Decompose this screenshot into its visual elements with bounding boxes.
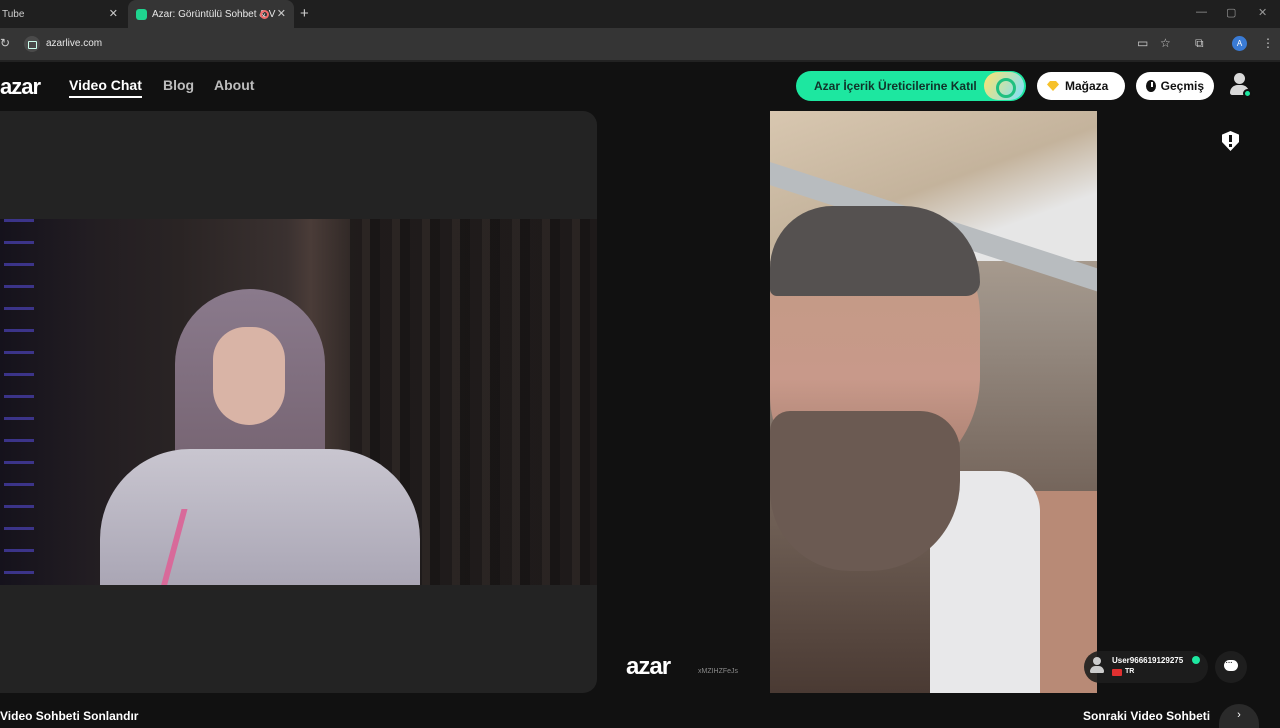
nav-about[interactable]: About [214, 77, 254, 93]
cast-icon[interactable]: ▭ [1137, 36, 1148, 50]
nav-video-chat[interactable]: Video Chat [69, 77, 142, 98]
watermark-id: xMZIHZFeJs [698, 668, 739, 675]
person-hoodie [100, 449, 420, 585]
browser-tab-youtube[interactable]: Tube ✕ [0, 0, 126, 28]
history-button[interactable]: Geçmiş [1136, 72, 1214, 100]
azar-watermark: azar [626, 653, 671, 680]
browser-tab-bar: Tube ✕ Azar: Görüntülü Sohbet & V ✕ + — … [0, 0, 1280, 28]
partner-hair [770, 206, 980, 296]
partner-camera-feed [770, 111, 1097, 693]
close-window-button[interactable]: ✕ [1258, 6, 1267, 19]
tab-title: Azar: Görüntülü Sohbet & V [152, 8, 276, 20]
turkey-flag-icon [1112, 669, 1122, 676]
tab-title: Tube [2, 8, 25, 20]
extensions-icon[interactable]: ⧉ [1195, 36, 1204, 51]
close-tab-icon[interactable]: ✕ [109, 7, 118, 20]
reload-icon[interactable]: ↻ [0, 36, 10, 50]
browser-tab-azar[interactable]: Azar: Görüntülü Sohbet & V ✕ [128, 0, 294, 28]
join-creators-button[interactable]: Azar İçerik Üreticilerine Katıl [796, 71, 1026, 101]
azar-logo[interactable]: azar [0, 74, 41, 100]
store-label: Mağaza [1065, 79, 1109, 93]
creator-badge-icon [984, 72, 1024, 100]
clock-icon [1146, 80, 1156, 92]
store-button[interactable]: Mağaza [1037, 72, 1125, 100]
verified-icon [1192, 656, 1200, 664]
next-video-chat-label[interactable]: Sonraki Video Sohbeti [1083, 709, 1210, 723]
chat-bubble-icon[interactable] [1215, 651, 1247, 683]
address-bar: ↻ azarlive.com ▭ ☆ ⧉ A ⋮ [0, 28, 1280, 60]
azar-favicon-icon [136, 8, 147, 20]
partner-avatar-icon [1090, 657, 1104, 673]
bookmark-star-icon[interactable]: ☆ [1160, 36, 1171, 50]
history-label: Geçmiş [1160, 79, 1204, 93]
user-profile-icon[interactable] [1228, 73, 1252, 99]
partner-info-card[interactable]: User966619129275 TR [1084, 651, 1208, 683]
report-shield-icon[interactable] [1222, 131, 1239, 151]
azar-page: azar Video Chat Blog About Azar İçerik Ü… [0, 62, 1280, 728]
end-video-chat-button[interactable]: Video Sohbeti Sonlandır [0, 709, 138, 723]
person-face [213, 327, 285, 425]
my-camera-feed [0, 219, 597, 585]
profile-avatar[interactable]: A [1232, 36, 1247, 51]
minimize-window-button[interactable]: — [1196, 6, 1207, 18]
join-creators-label: Azar İçerik Üreticilerine Katıl [814, 79, 977, 93]
restore-window-button[interactable]: ▢ [1226, 6, 1236, 19]
new-tab-button[interactable]: + [300, 5, 309, 22]
diamond-icon [1047, 81, 1059, 91]
partner-username: User966619129275 [1112, 656, 1184, 665]
close-tab-icon[interactable]: ✕ [277, 7, 286, 20]
online-status-icon [1243, 89, 1252, 98]
menu-kebab-icon[interactable]: ⋮ [1262, 36, 1274, 50]
nav-blog[interactable]: Blog [163, 77, 194, 93]
url-field[interactable]: azarlive.com [46, 38, 102, 49]
my-video-panel [0, 111, 597, 693]
next-video-chat-button[interactable]: › [1219, 704, 1259, 728]
site-camera-icon[interactable] [24, 36, 40, 52]
partner-country: TR [1125, 668, 1135, 675]
recording-icon [260, 10, 269, 19]
led-lights [4, 219, 34, 585]
